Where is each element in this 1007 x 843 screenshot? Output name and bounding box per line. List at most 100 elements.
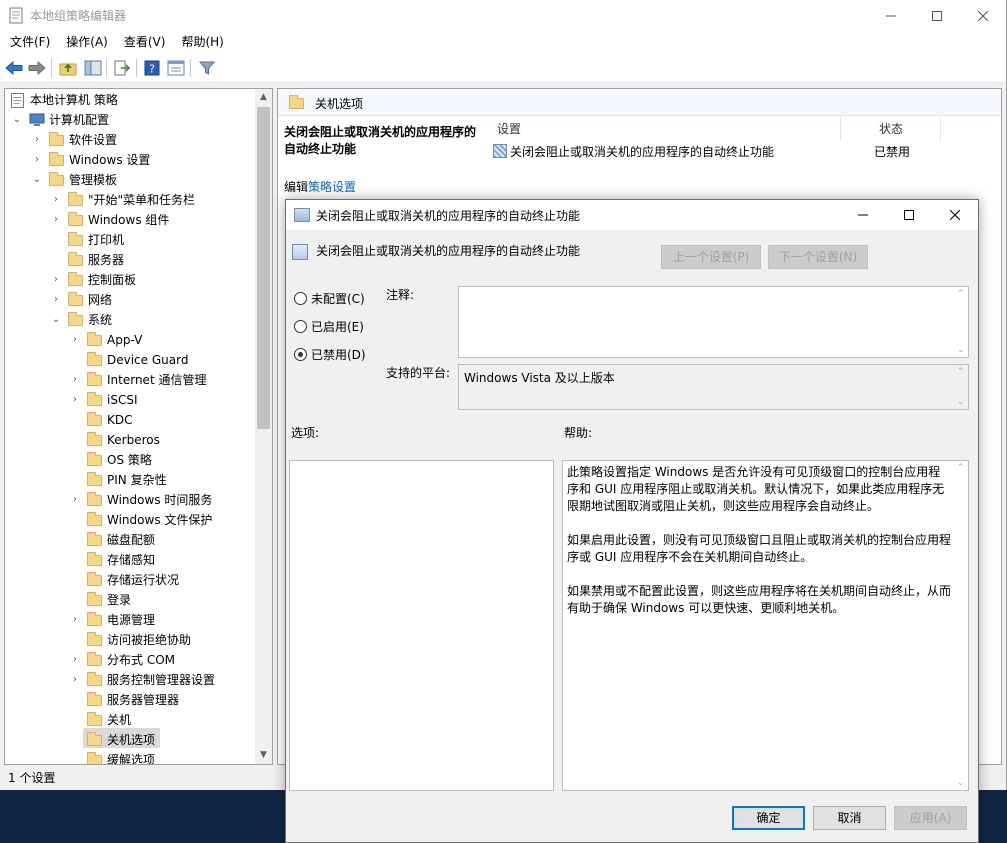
chevron-right-icon[interactable]: › bbox=[69, 490, 81, 510]
column-divider[interactable] bbox=[840, 117, 841, 141]
cancel-button[interactable]: 取消 bbox=[813, 806, 886, 830]
policy-row[interactable]: 关闭会阻止或取消关机的应用程序的自动终止功能 bbox=[493, 143, 774, 160]
tree-item-windows-settings[interactable]: › Windows 设置 bbox=[5, 150, 255, 170]
tree-item-printers[interactable]: 打印机 bbox=[5, 230, 255, 250]
radio-circle[interactable] bbox=[294, 319, 307, 333]
chevron-down-icon[interactable]: ⌄ bbox=[31, 170, 43, 190]
help-button[interactable]: ? bbox=[142, 58, 162, 78]
tree-item[interactable]: 缓解选项 bbox=[5, 750, 255, 764]
scroll-down-icon[interactable]: ⌄ bbox=[953, 397, 968, 407]
dialog-close-button[interactable] bbox=[932, 200, 978, 230]
tree-item-start-menu[interactable]: › "开始"菜单和任务栏 bbox=[5, 190, 255, 210]
chevron-right-icon[interactable]: › bbox=[69, 330, 81, 350]
tree-item-network[interactable]: › 网络 bbox=[5, 290, 255, 310]
comment-field[interactable]: ⌃ ⌄ bbox=[458, 286, 969, 358]
radio-enabled[interactable]: 已启用(E) bbox=[294, 317, 364, 335]
up-level-button[interactable] bbox=[58, 58, 78, 78]
tree-scrollbar[interactable]: ▲ ▼ bbox=[255, 89, 272, 764]
tree-item-admin-templates[interactable]: ⌄ 管理模板 bbox=[5, 170, 255, 190]
tree-item[interactable]: › 服务控制管理器设置 bbox=[5, 670, 255, 690]
platform-scrollbar[interactable]: ⌃ ⌄ bbox=[953, 365, 968, 409]
chevron-down-icon[interactable]: ⌄ bbox=[50, 310, 62, 330]
tree-item[interactable]: › Windows 时间服务 bbox=[5, 490, 255, 510]
apply-button[interactable]: 应用(A) bbox=[894, 806, 967, 830]
back-button[interactable] bbox=[4, 58, 24, 78]
tree-item-software[interactable]: › 软件设置 bbox=[5, 130, 255, 150]
radio-circle[interactable] bbox=[294, 347, 307, 361]
menu-help[interactable]: 帮助(H) bbox=[173, 31, 231, 53]
column-status[interactable]: 状态 bbox=[879, 117, 903, 141]
tree-item-windows-components[interactable]: › Windows 组件 bbox=[5, 210, 255, 230]
previous-setting-button[interactable]: 上一个设置(P) bbox=[661, 245, 761, 269]
tree-item-control-panel[interactable]: › 控制面板 bbox=[5, 270, 255, 290]
scroll-down-icon[interactable]: ▼ bbox=[255, 747, 272, 764]
column-divider[interactable] bbox=[940, 117, 941, 141]
tree-item[interactable]: 登录 bbox=[5, 590, 255, 610]
scroll-up-icon[interactable]: ⌃ bbox=[953, 367, 968, 377]
tree-item[interactable]: › 电源管理 bbox=[5, 610, 255, 630]
edit-policy-link[interactable]: 策略设置 bbox=[308, 180, 356, 194]
close-button[interactable] bbox=[960, 0, 1006, 31]
menu-view[interactable]: 查看(V) bbox=[116, 31, 174, 53]
menu-action[interactable]: 操作(A) bbox=[58, 31, 116, 53]
tree-item-server[interactable]: 服务器 bbox=[5, 250, 255, 270]
chevron-right-icon[interactable]: › bbox=[31, 130, 43, 150]
tree-item[interactable]: 访问被拒绝协助 bbox=[5, 630, 255, 650]
chevron-right-icon[interactable]: › bbox=[50, 190, 62, 210]
column-setting[interactable]: 设置 bbox=[497, 117, 521, 141]
tree-item-root[interactable]: 本地计算机 策略 bbox=[5, 90, 255, 110]
tree-item-system[interactable]: ⌄ 系统 bbox=[5, 310, 255, 330]
dialog-maximize-button[interactable] bbox=[886, 200, 932, 230]
tree-item[interactable]: 关机选项 bbox=[5, 730, 255, 750]
forward-button[interactable] bbox=[27, 58, 47, 78]
help-scrollbar[interactable]: ⌃ ⌄ bbox=[953, 461, 968, 790]
tree-item[interactable]: 存储感知 bbox=[5, 550, 255, 570]
chevron-right-icon[interactable]: › bbox=[50, 290, 62, 310]
chevron-right-icon[interactable]: › bbox=[69, 650, 81, 670]
chevron-right-icon[interactable]: › bbox=[31, 150, 43, 170]
radio-disabled[interactable]: 已禁用(D) bbox=[294, 345, 366, 363]
properties-button[interactable] bbox=[166, 58, 186, 78]
maximize-button[interactable] bbox=[914, 0, 960, 31]
close-icon bbox=[950, 210, 960, 220]
tree-item[interactable]: › iSCSI bbox=[5, 390, 255, 410]
scroll-thumb[interactable] bbox=[257, 107, 270, 429]
tree-item[interactable]: › Internet 通信管理 bbox=[5, 370, 255, 390]
tree-item[interactable]: OS 策略 bbox=[5, 450, 255, 470]
chevron-right-icon[interactable]: › bbox=[69, 610, 81, 630]
tree-item[interactable]: Windows 文件保护 bbox=[5, 510, 255, 530]
tree-item[interactable]: 磁盘配额 bbox=[5, 530, 255, 550]
tree-item[interactable]: › App-V bbox=[5, 330, 255, 350]
tree-item[interactable]: 服务器管理器 bbox=[5, 690, 255, 710]
chevron-right-icon[interactable]: › bbox=[50, 270, 62, 290]
chevron-right-icon[interactable]: › bbox=[50, 210, 62, 230]
scroll-down-icon[interactable]: ⌄ bbox=[953, 345, 968, 355]
next-setting-button[interactable]: 下一个设置(N) bbox=[768, 245, 868, 269]
tree-item-computer-config[interactable]: ⌄ 计算机配置 bbox=[5, 110, 255, 130]
tree-item[interactable]: 存储运行状况 bbox=[5, 570, 255, 590]
filter-button[interactable] bbox=[197, 58, 217, 78]
tree-item[interactable]: 关机 bbox=[5, 710, 255, 730]
tree-item[interactable]: › 分布式 COM bbox=[5, 650, 255, 670]
scroll-up-icon[interactable]: ▲ bbox=[255, 89, 272, 106]
tree-item[interactable]: PIN 复杂性 bbox=[5, 470, 255, 490]
tree-item[interactable]: Kerberos bbox=[5, 430, 255, 450]
scroll-down-icon[interactable]: ⌄ bbox=[953, 778, 968, 788]
chevron-right-icon[interactable]: › bbox=[69, 370, 81, 390]
tree-item[interactable]: KDC bbox=[5, 410, 255, 430]
chevron-right-icon[interactable]: › bbox=[69, 670, 81, 690]
chevron-right-icon[interactable]: › bbox=[69, 390, 81, 410]
show-hide-tree-button[interactable] bbox=[83, 58, 103, 78]
chevron-down-icon[interactable]: ⌄ bbox=[11, 110, 23, 130]
export-list-button[interactable] bbox=[112, 58, 132, 78]
scroll-up-icon[interactable]: ⌃ bbox=[953, 289, 968, 299]
radio-not-configured[interactable]: 未配置(C) bbox=[294, 289, 365, 307]
tree-item[interactable]: Device Guard bbox=[5, 350, 255, 370]
comment-scrollbar[interactable]: ⌃ ⌄ bbox=[953, 287, 968, 357]
scroll-up-icon[interactable]: ⌃ bbox=[953, 463, 968, 473]
menu-file[interactable]: 文件(F) bbox=[2, 31, 58, 53]
radio-circle[interactable] bbox=[294, 291, 307, 305]
dialog-minimize-button[interactable] bbox=[840, 200, 886, 230]
minimize-button[interactable] bbox=[868, 0, 914, 31]
ok-button[interactable]: 确定 bbox=[732, 806, 805, 830]
